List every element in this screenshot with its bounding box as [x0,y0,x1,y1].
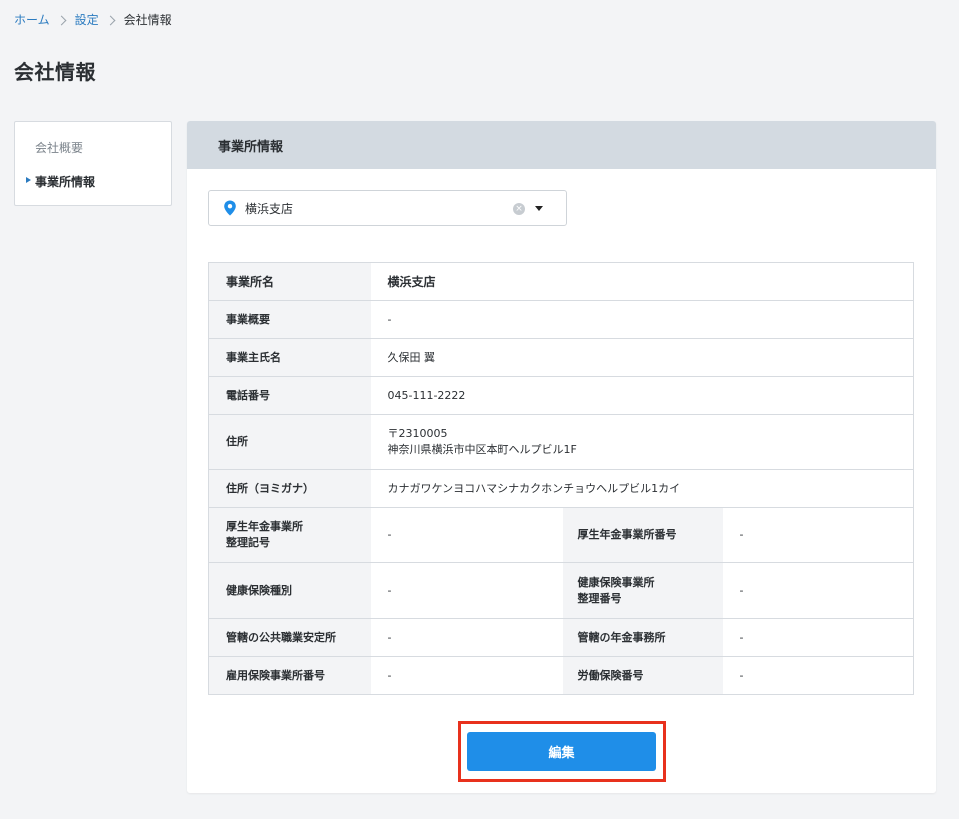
employment-ins-value: - [387,668,392,682]
job-office-label: 管轄の公共職業安定所 [208,618,371,657]
table-row: 電話番号 045-111-2222 [208,376,914,415]
office-select-value: 横浜支店 [245,201,294,216]
chevron-right-icon [105,15,116,25]
health-ref-label-line2: 整理番号 [577,591,622,605]
pension-ref-label-line1: 厚生年金事業所 [226,520,303,533]
job-office-value: - [370,618,563,657]
sidebar-item-office-info[interactable]: 事業所情報 [35,173,95,190]
breadcrumb-settings-link[interactable]: 設定 [75,11,99,29]
address-label: 住所 [208,414,371,470]
caret-down-icon[interactable] [535,206,543,211]
page-title: 会社情報 [14,60,96,84]
labor-ins-value: - [739,668,744,682]
edit-button[interactable]: 編集 [467,732,656,771]
business-summary-value: - [370,300,914,339]
phone-value: 045-111-2222 [370,376,914,415]
breadcrumb-current: 会社情報 [123,13,172,27]
health-type-label: 健康保険種別 [208,562,371,619]
table-row: 事業主氏名 久保田 翼 [208,338,914,377]
table-row: 健康保険種別 - 健康保険事業所 整理番号 - [208,562,914,619]
location-pin-icon [224,200,236,216]
chevron-right-icon [56,15,67,25]
office-name-label: 事業所名 [208,262,371,301]
health-type-value: - [370,562,563,619]
employment-ins-label: 雇用保険事業所番号 [208,656,371,695]
table-row: 住所 〒2310005 神奈川県横浜市中区本町ヘルプビル1F [208,414,914,470]
health-ref-label: 健康保険事業所 整理番号 [562,562,723,619]
address-postal: 〒2310005 [387,427,448,440]
table-row: 事業概要 - [208,300,914,339]
table-row: 厚生年金事業所 整理記号 - 厚生年金事業所番号 - [208,507,914,563]
pension-ref-label: 厚生年金事業所 整理記号 [208,507,371,563]
health-ref-label-line1: 健康保険事業所 [577,575,655,589]
labor-ins-label: 労働保険番号 [562,656,723,695]
pension-office-no-value: - [722,507,914,563]
pension-jurisdiction-label: 管轄の年金事務所 [562,618,723,657]
table-row: 雇用保険事業所番号 - 労働保険番号 - [208,656,914,695]
business-summary-label: 事業概要 [208,300,371,339]
active-marker-icon [26,177,31,183]
phone-label: 電話番号 [208,376,371,415]
address-line: 神奈川県横浜市中区本町ヘルプビル1F [387,443,577,456]
table-row: 管轄の公共職業安定所 - 管轄の年金事務所 - [208,618,914,657]
pension-ref-value: - [370,507,563,563]
office-info-table: 事業所名 横浜支店 事業概要 - 事業主氏名 久保田 翼 電話番号 045-11… [208,262,914,695]
table-row: 事業所名 横浜支店 [208,262,914,301]
address-kana-value: カナガワケンヨコハマシナカクホンチョウヘルプビル1カイ [370,469,914,508]
address-kana-label: 住所（ヨミガナ） [208,469,371,508]
office-name-value: 横浜支店 [370,262,914,301]
office-select[interactable]: 横浜支店 × [208,190,567,226]
health-ref-value: - [722,562,914,619]
sidebar-item-company-overview[interactable]: 会社概要 [35,139,83,156]
owner-name-value: 久保田 翼 [370,338,914,377]
address-value: 〒2310005 神奈川県横浜市中区本町ヘルプビル1F [370,414,914,470]
breadcrumb: ホーム 設定 会社情報 [14,11,172,29]
office-info-card: 事業所情報 横浜支店 × 事業所名 横浜支店 事業概要 - 事業主氏名 久保田 … [187,121,936,793]
side-nav: 会社概要 事業所情報 [14,121,172,206]
breadcrumb-home-link[interactable]: ホーム [14,11,50,29]
clear-icon[interactable]: × [513,203,525,215]
card-header: 事業所情報 [187,121,936,169]
table-row: 住所（ヨミガナ） カナガワケンヨコハマシナカクホンチョウヘルプビル1カイ [208,469,914,508]
pension-ref-label-line2: 整理記号 [226,536,270,549]
pension-jurisdiction-value: - [722,618,914,657]
pension-office-no-label: 厚生年金事業所番号 [562,507,723,563]
owner-name-label: 事業主氏名 [208,338,371,377]
